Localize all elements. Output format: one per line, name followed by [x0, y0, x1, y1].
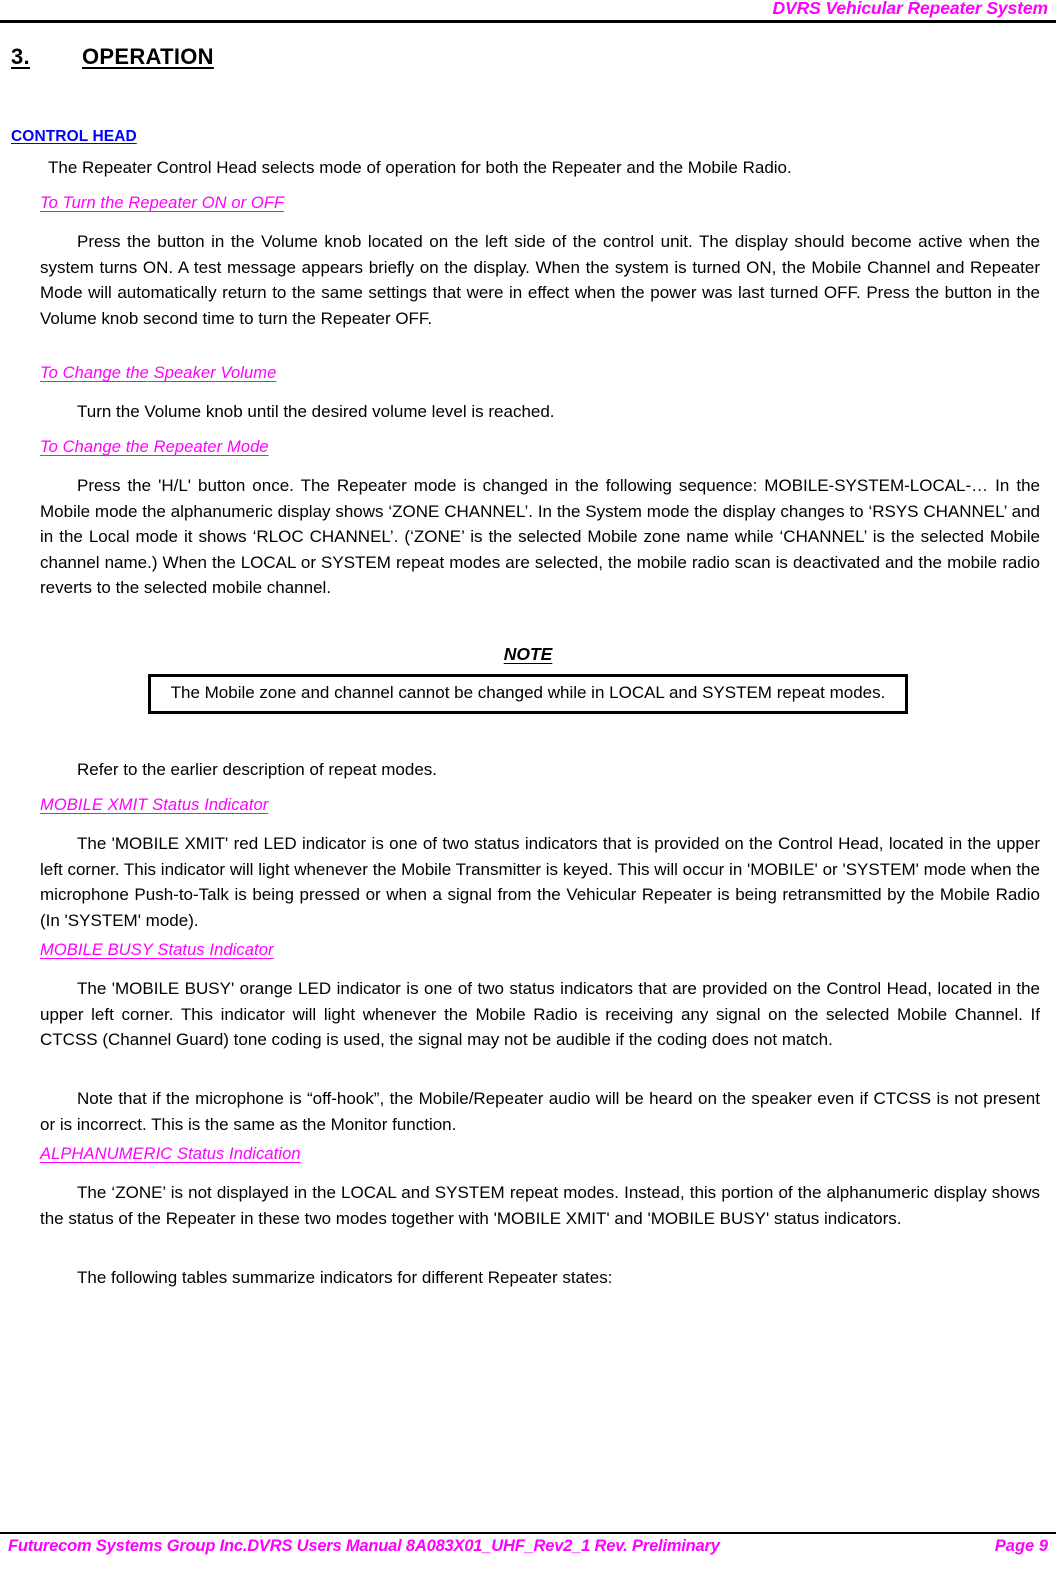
- note-title: NOTE: [503, 644, 553, 664]
- footer-document-info: Futurecom Systems Group Inc.DVRS Users M…: [8, 1537, 720, 1555]
- page-header: DVRS Vehicular Repeater System: [0, 0, 1056, 24]
- heading-alphanumeric-status-indication: ALPHANUMERIC Status Indication: [40, 1145, 301, 1163]
- document-page: DVRS Vehicular Repeater System 3. OPERAT…: [0, 0, 1056, 1569]
- heading-mobile-busy-status-indicator: MOBILE BUSY Status Indicator: [40, 941, 274, 959]
- paragraph-change-repeater-mode: Press the 'H/L' button once. The Repeate…: [40, 476, 1040, 597]
- heading-change-repeater-mode: To Change the Repeater Mode: [40, 438, 269, 456]
- paragraph-alphanumeric-status-indication: The ‘ZONE’ is not displayed in the LOCAL…: [40, 1183, 1040, 1228]
- paragraph-microphone-off-hook: Note that if the microphone is “off-hook…: [40, 1089, 1040, 1134]
- heading-turn-repeater-on-off: To Turn the Repeater ON or OFF: [40, 194, 285, 212]
- page-content: 3. OPERATION CONTROL HEAD The Repeater C…: [0, 24, 1056, 1287]
- section-number: 3.: [11, 44, 30, 69]
- header-title: DVRS Vehicular Repeater System: [772, 0, 1049, 18]
- footer-page-number: Page 9: [994, 1537, 1048, 1555]
- paragraph-turn-repeater-on-off: Press the button in the Volume knob loca…: [40, 232, 1040, 328]
- paragraph-refer-repeat-modes: Refer to the earlier description of repe…: [77, 760, 438, 779]
- paragraph-mobile-xmit-status-indicator: The 'MOBILE XMIT' red LED indicator is o…: [40, 834, 1040, 930]
- section-heading: 3. OPERATION: [0, 24, 1056, 70]
- header-divider: [0, 20, 1056, 23]
- paragraph-mobile-busy-status-indicator: The 'MOBILE BUSY' orange LED indicator i…: [40, 979, 1040, 1049]
- subsection-heading-control-head: CONTROL HEAD: [11, 128, 137, 145]
- heading-mobile-xmit-status-indicator: MOBILE XMIT Status Indicator: [40, 796, 269, 814]
- page-footer: Futurecom Systems Group Inc.DVRS Users M…: [0, 1537, 1056, 1567]
- section-title: OPERATION: [82, 44, 214, 69]
- footer-divider: [0, 1532, 1056, 1534]
- note-box: The Mobile zone and channel cannot be ch…: [148, 674, 908, 714]
- paragraph-intro: The Repeater Control Head selects mode o…: [48, 158, 792, 177]
- heading-change-speaker-volume: To Change the Speaker Volume: [40, 364, 277, 382]
- paragraph-following-tables: The following tables summarize indicator…: [77, 1268, 613, 1287]
- paragraph-change-speaker-volume: Turn the Volume knob until the desired v…: [77, 402, 555, 421]
